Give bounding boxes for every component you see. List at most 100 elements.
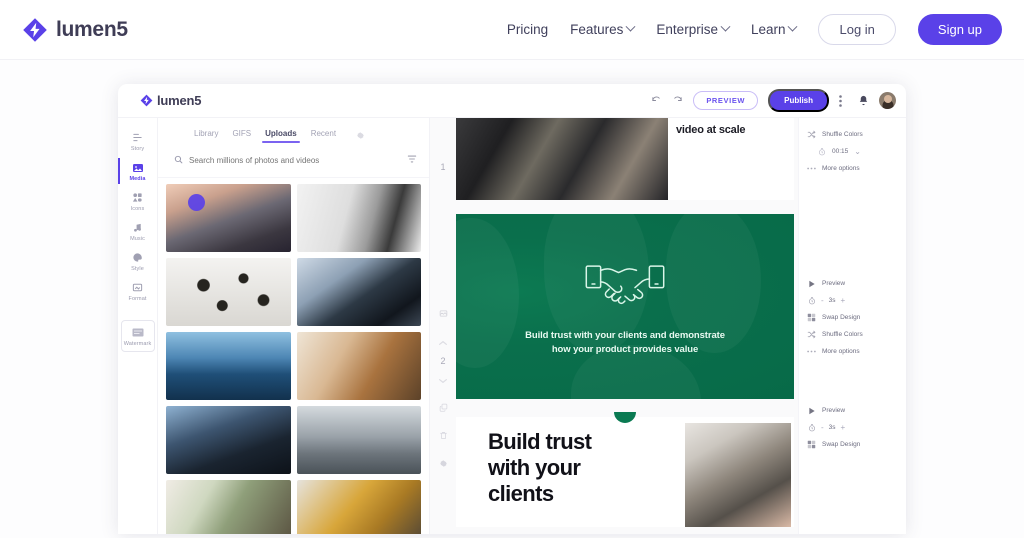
duration-increase-button[interactable]: + xyxy=(841,423,846,432)
purple-cursor-dot xyxy=(188,194,205,211)
more-vertical-icon[interactable] xyxy=(839,94,842,107)
duration-decrease-button[interactable]: - xyxy=(821,423,824,432)
style-palette-icon xyxy=(131,251,144,264)
scene-number: 2 xyxy=(440,356,446,366)
timer-icon xyxy=(807,296,816,305)
list-item[interactable] xyxy=(296,184,421,252)
swap-design-label: Swap Design xyxy=(822,441,861,448)
options-top-group: Shuffle Colors 00:15 ⌄ More options xyxy=(807,126,900,177)
nav-link-enterprise[interactable]: Enterprise xyxy=(656,21,731,37)
search-input[interactable] xyxy=(189,155,401,165)
login-button[interactable]: Log in xyxy=(818,14,896,45)
sidebar-item-story[interactable]: Story xyxy=(119,126,157,156)
scene-gutter: 1 2 xyxy=(430,118,456,534)
media-panel: Library GIFS Uploads Recent xyxy=(158,118,430,534)
swap-design-label: Swap Design xyxy=(822,314,861,321)
timer-icon xyxy=(817,147,826,156)
notification-bell-icon[interactable] xyxy=(858,95,869,106)
sidebar-item-style-label: Style xyxy=(131,266,144,272)
shuffle-colors-button[interactable]: Shuffle Colors xyxy=(807,126,900,143)
settings-icon[interactable] xyxy=(439,455,448,473)
swap-design-icon xyxy=(807,313,816,322)
app-body: Story Media Icons Music Style Format Wat… xyxy=(118,118,906,534)
scene-duration-stepper[interactable]: - 3s + xyxy=(807,292,900,309)
app-mockup-card: lumen5 PREVIEW Publish Story Media Icons… xyxy=(118,84,906,534)
sidebar-item-style[interactable]: Style xyxy=(119,246,157,276)
scene-card[interactable]: Build trust with your clients and demons… xyxy=(456,214,794,399)
more-options-button[interactable]: More options xyxy=(807,343,900,360)
tab-gifs[interactable]: GIFS xyxy=(232,129,251,143)
list-item[interactable] xyxy=(166,480,291,534)
gear-icon[interactable] xyxy=(356,127,365,145)
scene-preview-label: Preview xyxy=(822,280,846,287)
list-item[interactable] xyxy=(296,480,421,534)
layers-icon[interactable] xyxy=(439,305,448,323)
list-item[interactable] xyxy=(296,332,421,400)
left-rail: Story Media Icons Music Style Format Wat… xyxy=(118,118,158,534)
list-item[interactable] xyxy=(166,332,291,400)
nav-link-features[interactable]: Features xyxy=(570,21,636,37)
scene-preview-button[interactable]: Preview xyxy=(807,275,900,292)
scene-card[interactable]: video at scale xyxy=(456,118,794,200)
tab-library[interactable]: Library xyxy=(194,129,218,143)
avatar[interactable] xyxy=(879,92,896,109)
duplicate-icon[interactable] xyxy=(439,399,448,417)
list-item[interactable] xyxy=(166,184,291,252)
scene-duration-stepper[interactable]: - 3s + xyxy=(807,419,900,436)
list-item[interactable] xyxy=(296,258,421,326)
list-item[interactable] xyxy=(166,258,291,326)
scene-media xyxy=(685,423,791,527)
canvas-area: 1 2 video at scale Build trust with your… xyxy=(430,118,906,534)
decorative-blob xyxy=(456,217,519,368)
duration-decrease-button[interactable]: - xyxy=(821,296,824,305)
chevron-down-icon[interactable] xyxy=(439,371,447,389)
tab-uploads[interactable]: Uploads xyxy=(262,129,300,143)
sidebar-item-icons[interactable]: Icons xyxy=(119,186,157,216)
app-header: lumen5 PREVIEW Publish xyxy=(118,84,906,118)
list-item[interactable] xyxy=(296,406,421,474)
undo-arrow-icon[interactable] xyxy=(651,95,662,106)
icons-grid-icon xyxy=(131,191,144,204)
nav-link-pricing[interactable]: Pricing xyxy=(507,22,548,37)
site-logo[interactable]: lumen5 xyxy=(22,17,128,43)
signup-button[interactable]: Sign up xyxy=(917,14,1002,45)
scene-top-partial[interactable]: video at scale xyxy=(456,118,794,200)
scene-card[interactable]: Build trust with your clients xyxy=(456,412,794,527)
duration-increase-button[interactable]: + xyxy=(841,296,846,305)
sidebar-item-media[interactable]: Media xyxy=(118,156,157,186)
video-duration[interactable]: 00:15 ⌄ xyxy=(807,143,900,160)
preview-button[interactable]: PREVIEW xyxy=(693,91,759,110)
more-options-button[interactable]: More options xyxy=(807,160,900,177)
sidebar-item-watermark[interactable]: Watermark xyxy=(120,320,155,352)
app-logo[interactable]: lumen5 xyxy=(140,93,202,108)
redo-arrow-icon[interactable] xyxy=(672,95,683,106)
swap-design-button[interactable]: Swap Design xyxy=(807,309,900,326)
scene-preview-button[interactable]: Preview xyxy=(807,402,900,419)
publish-button[interactable]: Publish xyxy=(768,89,829,112)
more-options-label: More options xyxy=(822,348,860,355)
chevron-down-icon[interactable]: ⌄ xyxy=(854,147,861,156)
filter-funnel-icon[interactable] xyxy=(407,151,417,169)
watermark-rect-icon xyxy=(131,326,144,339)
sidebar-item-watermark-label: Watermark xyxy=(123,341,152,347)
trash-icon[interactable] xyxy=(439,427,448,445)
shuffle-colors-button[interactable]: Shuffle Colors xyxy=(807,326,900,343)
duration-value: 3s xyxy=(828,424,836,431)
media-search-row xyxy=(158,145,429,178)
sidebar-item-format[interactable]: Format xyxy=(119,276,157,306)
tab-recent[interactable]: Recent xyxy=(311,129,336,143)
scene-green[interactable]: Build trust with your clients and demons… xyxy=(456,214,794,399)
sidebar-item-music[interactable]: Music xyxy=(119,216,157,246)
video-duration-value: 00:15 xyxy=(832,148,849,155)
media-image-icon xyxy=(131,161,144,174)
nav-link-learn[interactable]: Learn xyxy=(751,21,798,37)
swap-design-button[interactable]: Swap Design xyxy=(807,436,900,453)
sidebar-item-story-label: Story xyxy=(130,146,145,152)
chevron-up-icon[interactable] xyxy=(439,333,447,351)
scene-white[interactable]: Build trust with your clients xyxy=(456,417,794,527)
site-logo-text: lumen5 xyxy=(56,17,128,41)
nav-link-pricing-label: Pricing xyxy=(506,22,549,37)
shuffle-colors-label: Shuffle Colors xyxy=(822,331,863,338)
list-item[interactable] xyxy=(166,406,291,474)
scene-text: video at scale xyxy=(676,124,746,136)
